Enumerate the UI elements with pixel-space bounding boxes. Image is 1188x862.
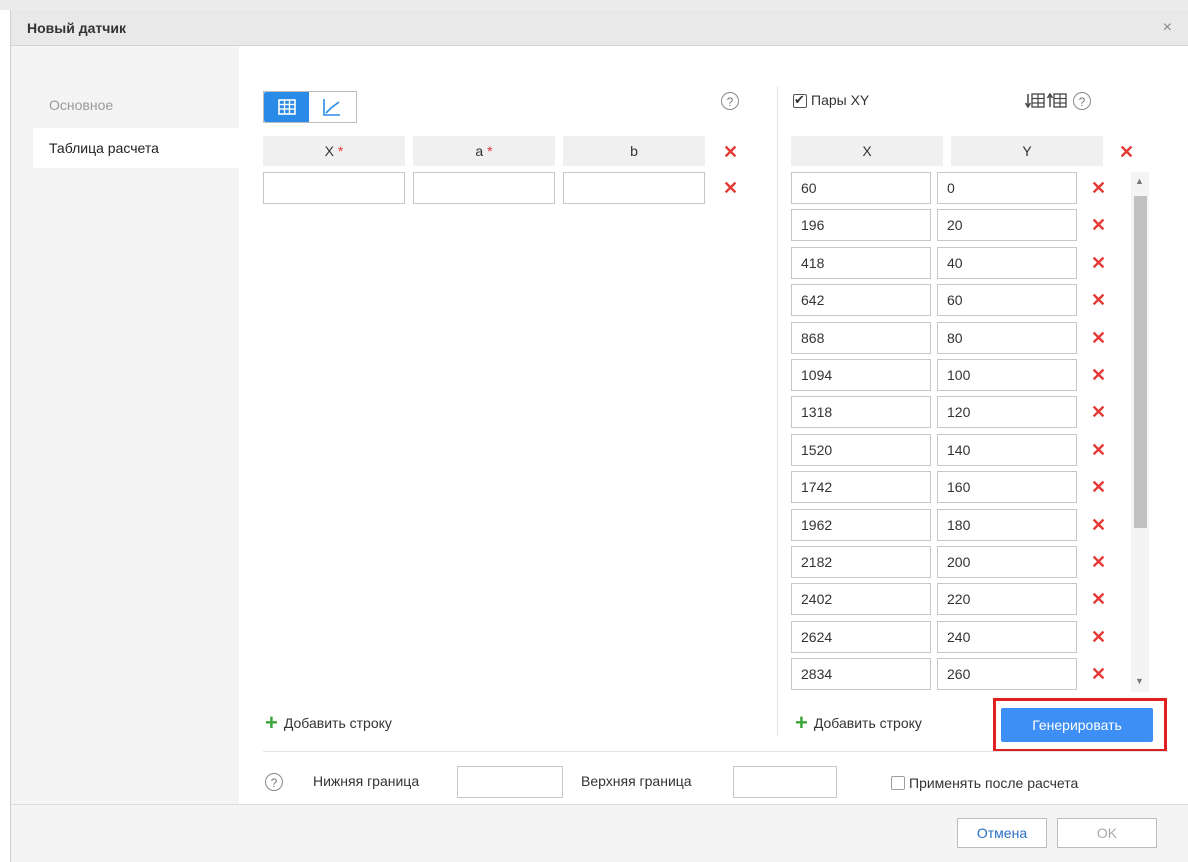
- xy-x-input[interactable]: 1742: [791, 471, 931, 504]
- column-header-a: a *: [413, 136, 555, 166]
- xy-y-input[interactable]: 140: [937, 433, 1077, 466]
- generate-button[interactable]: Генерировать: [1001, 708, 1153, 742]
- bottom-divider: [263, 751, 1167, 752]
- help-icon[interactable]: ?: [265, 773, 283, 791]
- upper-bound-input[interactable]: [733, 766, 837, 798]
- apply-after-label: Применять после расчета: [909, 775, 1079, 791]
- delete-row-icon[interactable]: ✕: [1091, 329, 1106, 347]
- xy-x-input[interactable]: 1962: [791, 508, 931, 541]
- delete-row-icon[interactable]: ✕: [1091, 553, 1106, 571]
- delete-row-icon[interactable]: ✕: [1091, 441, 1106, 459]
- xy-y-input[interactable]: 180: [937, 508, 1077, 541]
- xy-y-input[interactable]: 120: [937, 396, 1077, 429]
- delete-row-icon[interactable]: ✕: [1091, 179, 1106, 197]
- delete-column-icon[interactable]: ✕: [723, 143, 738, 161]
- delete-column-icon[interactable]: ✕: [1119, 143, 1134, 161]
- delete-row-icon[interactable]: ✕: [1091, 254, 1106, 272]
- apply-after-checkbox[interactable]: [891, 776, 905, 790]
- xy-y-input[interactable]: 60: [937, 284, 1077, 317]
- plus-icon: +: [265, 710, 278, 735]
- table-grid-icon: [277, 99, 296, 115]
- calc-x-input[interactable]: [263, 172, 405, 204]
- xy-y-input[interactable]: 260: [937, 658, 1077, 691]
- xy-y-input[interactable]: 200: [937, 546, 1077, 578]
- xy-x-input[interactable]: 196: [791, 209, 931, 242]
- xy-x-input[interactable]: 2834: [791, 658, 931, 691]
- line-chart-icon: [322, 99, 340, 116]
- xy-y-input[interactable]: 160: [937, 471, 1077, 504]
- delete-row-icon[interactable]: ✕: [1091, 478, 1106, 496]
- scrollbar-thumb[interactable]: [1134, 196, 1147, 528]
- sidebar-item-general[interactable]: Основное: [33, 85, 239, 125]
- main-content: ? X * a * b ✕ ✕ + Добавить строку Пары X…: [239, 46, 1188, 804]
- close-icon[interactable]: ×: [1163, 19, 1172, 37]
- xy-y-input[interactable]: 240: [937, 620, 1077, 653]
- xy-pairs-checkbox[interactable]: [793, 92, 807, 108]
- help-icon[interactable]: ?: [721, 92, 739, 110]
- xy-x-input[interactable]: 1318: [791, 396, 931, 429]
- lower-bound-label: Нижняя граница: [313, 773, 420, 789]
- scroll-down-arrow-icon[interactable]: ▼: [1135, 676, 1144, 686]
- xy-pairs-label: Пары XY: [811, 92, 870, 108]
- xy-y-input[interactable]: 20: [937, 209, 1077, 242]
- xy-y-input[interactable]: 100: [937, 359, 1077, 391]
- delete-row-icon[interactable]: ✕: [723, 179, 738, 197]
- ok-button[interactable]: OK: [1057, 818, 1157, 848]
- xy-column-header-x: X: [791, 136, 943, 166]
- delete-row-icon[interactable]: ✕: [1091, 291, 1106, 309]
- view-toggle: [263, 91, 357, 123]
- xy-y-input[interactable]: 40: [937, 246, 1077, 279]
- dialog-titlebar: Новый датчик ×: [11, 10, 1188, 46]
- xy-y-input[interactable]: 0: [937, 172, 1077, 204]
- delete-row-icon[interactable]: ✕: [1091, 665, 1106, 683]
- new-sensor-dialog: Новый датчик × Основное Таблица расчета: [10, 10, 1188, 862]
- calc-a-input[interactable]: [413, 172, 555, 204]
- upper-bound-label: Верхняя граница: [581, 773, 692, 789]
- column-header-x: X *: [263, 136, 405, 166]
- xy-x-input[interactable]: 2402: [791, 583, 931, 616]
- sort-table-down-icon[interactable]: [1025, 92, 1045, 110]
- xy-x-input[interactable]: 1094: [791, 359, 931, 391]
- delete-row-icon[interactable]: ✕: [1091, 403, 1106, 421]
- dialog-title: Новый датчик: [27, 20, 126, 36]
- sort-table-up-icon[interactable]: [1047, 92, 1067, 110]
- xy-x-input[interactable]: 868: [791, 321, 931, 354]
- xy-y-input[interactable]: 220: [937, 583, 1077, 616]
- xy-x-input[interactable]: 418: [791, 246, 931, 279]
- help-icon[interactable]: ?: [1073, 92, 1091, 110]
- panel-divider: [777, 86, 778, 736]
- xy-x-input[interactable]: 642: [791, 284, 931, 317]
- delete-row-icon[interactable]: ✕: [1091, 216, 1106, 234]
- required-mark: *: [337, 143, 344, 159]
- xy-x-input[interactable]: 2624: [791, 620, 931, 653]
- xy-x-input[interactable]: 60: [791, 172, 931, 204]
- delete-row-icon[interactable]: ✕: [1091, 366, 1106, 384]
- xy-add-row-button[interactable]: + Добавить строку: [795, 710, 922, 735]
- delete-row-icon[interactable]: ✕: [1091, 516, 1106, 534]
- chart-view-button[interactable]: [309, 92, 354, 122]
- column-header-b: b: [563, 136, 705, 166]
- scrollbar[interactable]: ▲ ▼: [1131, 172, 1149, 692]
- xy-column-header-y: Y: [951, 136, 1103, 166]
- background-window-strip: [0, 0, 1188, 10]
- scroll-up-arrow-icon[interactable]: ▲: [1135, 176, 1144, 186]
- required-mark: *: [487, 143, 493, 159]
- delete-row-icon[interactable]: ✕: [1091, 628, 1106, 646]
- dialog-footer: Отмена OK: [11, 804, 1188, 862]
- xy-x-input[interactable]: 2182: [791, 546, 931, 578]
- table-view-button[interactable]: [264, 92, 309, 122]
- plus-icon: +: [795, 710, 808, 735]
- calc-b-input[interactable]: [563, 172, 705, 204]
- cancel-button[interactable]: Отмена: [957, 818, 1047, 848]
- xy-y-input[interactable]: 80: [937, 321, 1077, 354]
- sidebar-item-calc-table[interactable]: Таблица расчета: [33, 128, 239, 168]
- xy-x-input[interactable]: 1520: [791, 433, 931, 466]
- calc-add-row-button[interactable]: + Добавить строку: [265, 710, 392, 735]
- lower-bound-input[interactable]: [457, 766, 563, 798]
- delete-row-icon[interactable]: ✕: [1091, 590, 1106, 608]
- sidebar: Основное Таблица расчета: [11, 46, 239, 804]
